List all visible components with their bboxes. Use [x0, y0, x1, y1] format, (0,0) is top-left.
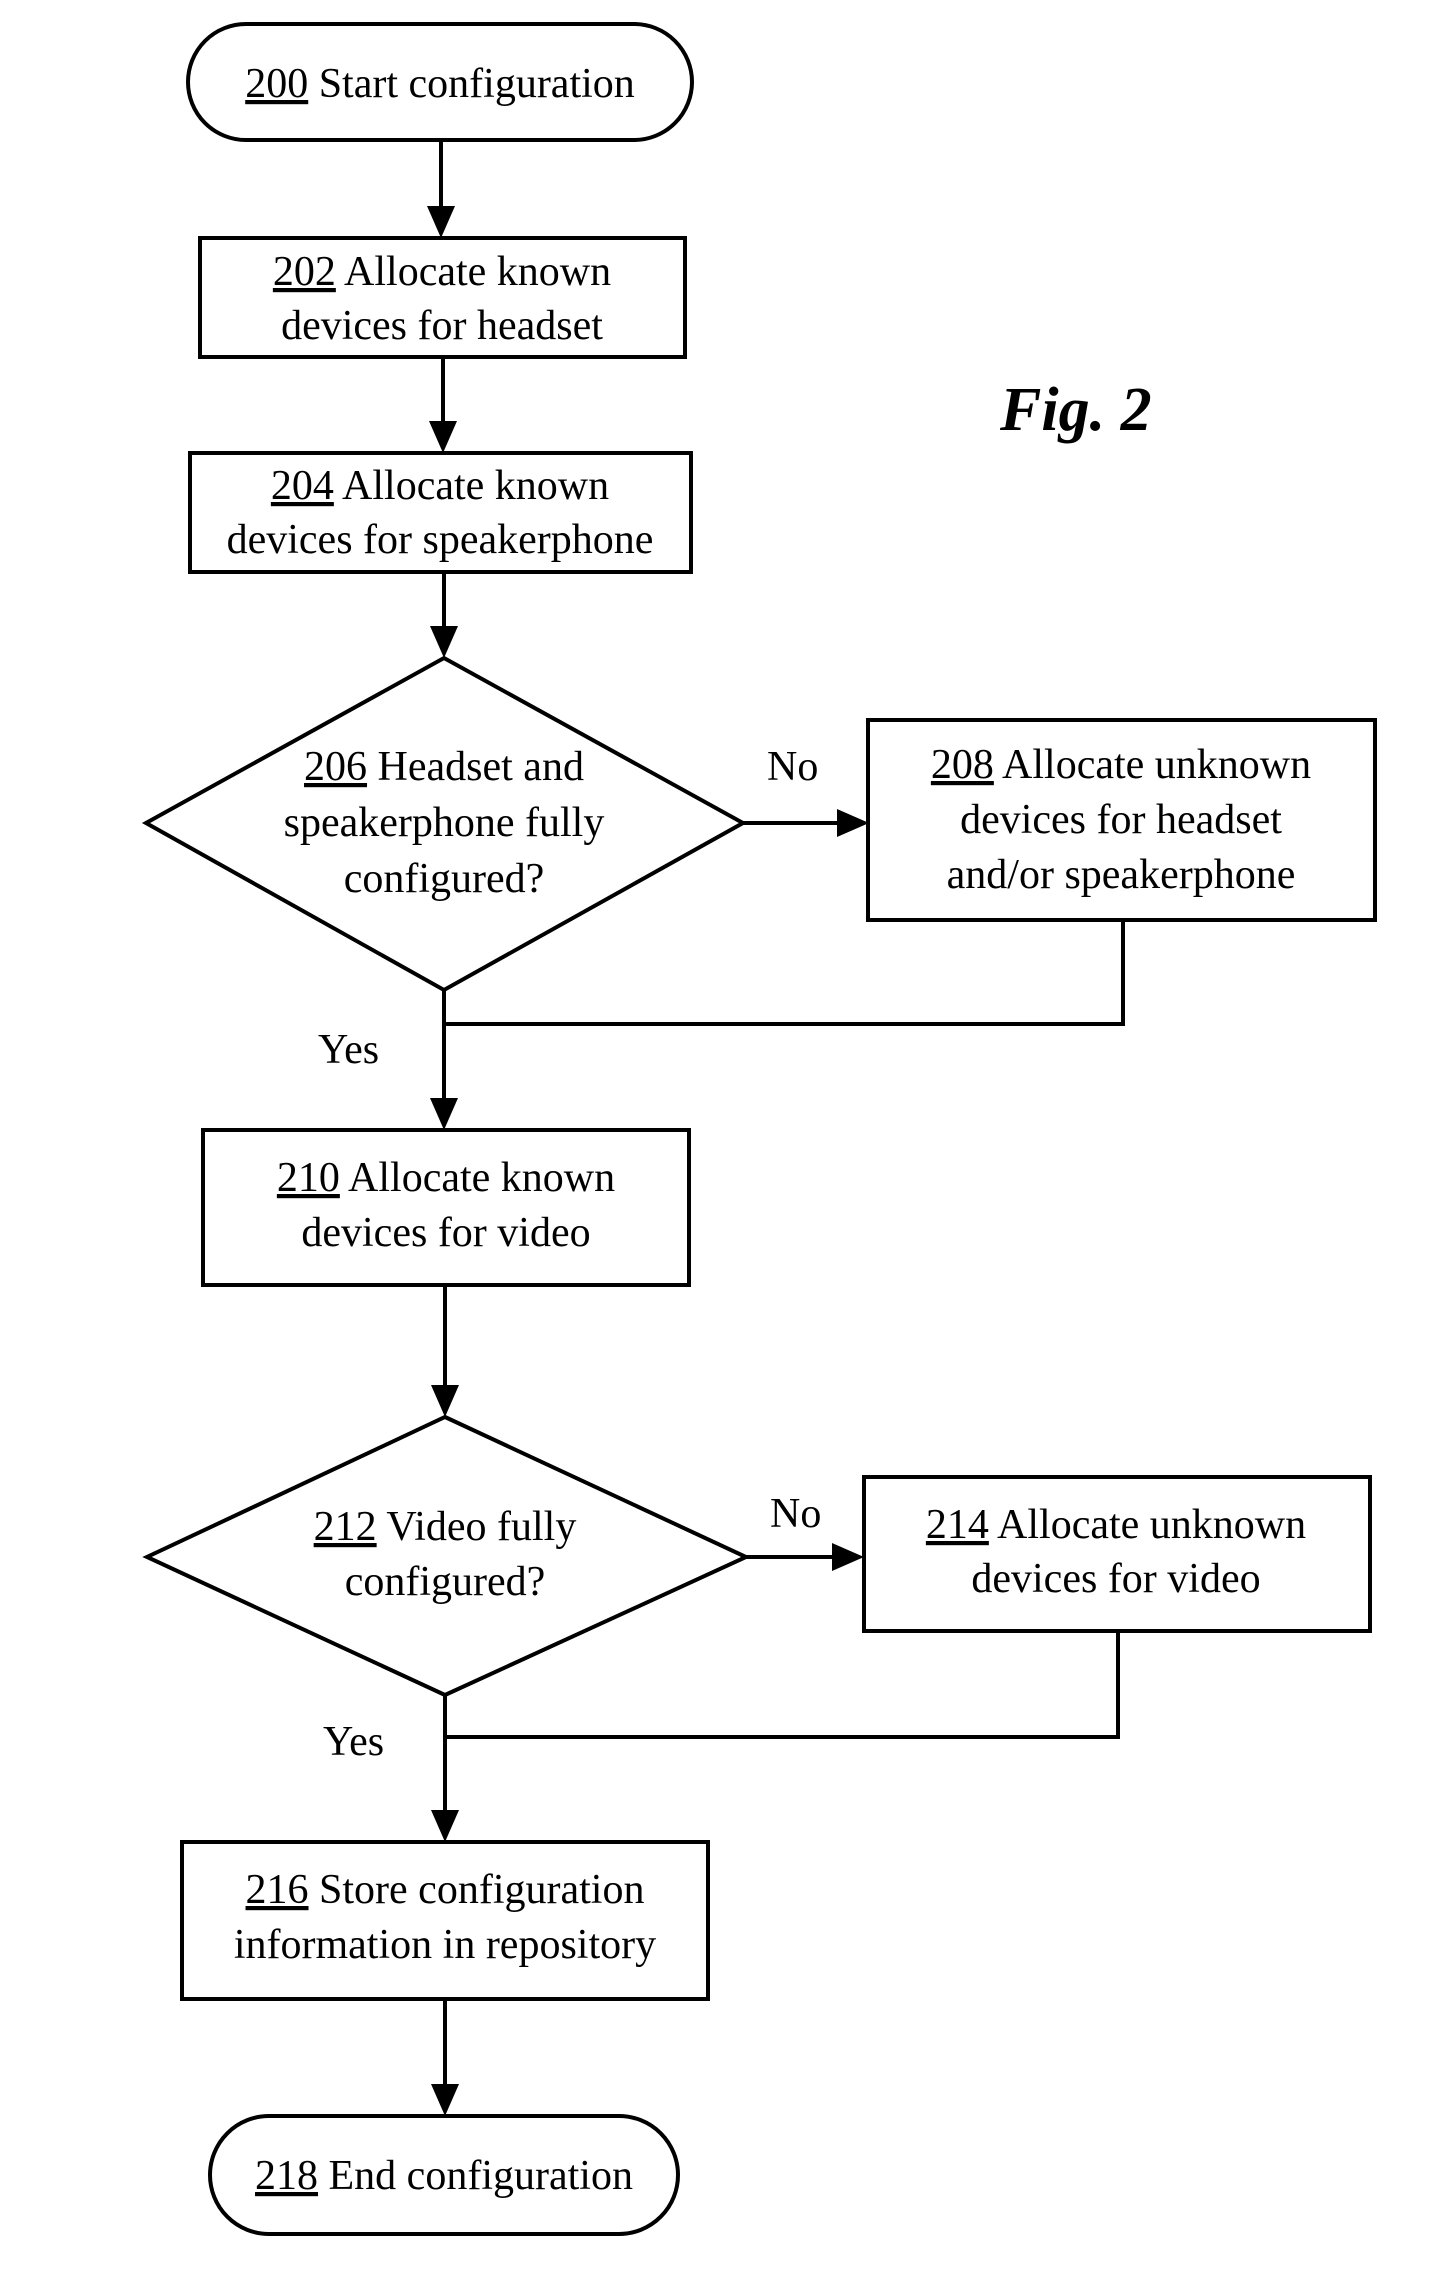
node-text: and/or speakerphone — [947, 852, 1296, 898]
process-shape — [180, 1840, 710, 2001]
arrowhead-icon — [427, 206, 455, 238]
node-text: devices for speakerphone — [227, 517, 654, 563]
ref-number: 214 — [926, 1502, 989, 1548]
node-text: 200 Start configuration — [245, 61, 635, 107]
node-202-allocate-known-headset: 202 Allocate known devices for headset — [198, 236, 687, 359]
node-line: Allocate unknown — [1002, 742, 1311, 788]
node-line: Start configuration — [319, 61, 635, 107]
edge-208-merge — [444, 920, 1125, 1026]
node-line: End configuration — [329, 2153, 633, 2199]
arrowhead-icon — [430, 626, 458, 658]
node-line: Allocate known — [348, 1155, 615, 1201]
node-line: Headset and — [378, 744, 584, 790]
arrowhead-icon — [430, 1098, 458, 1130]
node-210-allocate-known-video: 210 Allocate known devices for video — [201, 1128, 691, 1287]
node-text: speakerphone fully — [284, 800, 605, 846]
edge-label-yes-206: Yes — [318, 1027, 379, 1073]
arrowhead-icon — [431, 2084, 459, 2116]
ref-number: 200 — [245, 61, 308, 107]
node-text: configured? — [344, 856, 545, 902]
figure-label: Fig. 2 — [999, 376, 1152, 444]
arrowhead-icon — [431, 1385, 459, 1417]
node-text: devices for headset — [960, 797, 1282, 843]
ref-number: 204 — [271, 463, 334, 509]
flowchart: Fig. 2 No Yes No Yes 200 Start configura… — [141, 22, 1377, 2236]
node-214-allocate-unknown-video: 214 Allocate unknown devices for video — [862, 1475, 1372, 1633]
decision-shape — [142, 1414, 751, 1698]
node-text: devices for video — [301, 1210, 590, 1256]
node-200-start-configuration: 200 Start configuration — [186, 22, 694, 142]
ref-number: 206 — [304, 744, 367, 790]
node-line: Allocate known — [344, 249, 611, 295]
edge-label-yes-212: Yes — [323, 1719, 384, 1765]
node-line: Allocate known — [342, 463, 609, 509]
arrowhead-icon — [837, 809, 869, 837]
arrowhead-icon — [431, 1810, 459, 1842]
ref-number: 216 — [246, 1867, 309, 1913]
node-text: 218 End configuration — [255, 2153, 633, 2199]
node-204-allocate-known-speakerphone: 204 Allocate known devices for speakerph… — [188, 451, 693, 574]
node-text: 204 Allocate known — [271, 463, 609, 509]
node-text: 202 Allocate known — [273, 249, 611, 295]
node-text: 214 Allocate unknown — [926, 1502, 1306, 1548]
arrowhead-icon — [429, 421, 457, 453]
node-text: 206 Headset and — [304, 744, 584, 790]
node-208-allocate-unknown-headset-speakerphone: 208 Allocate unknown devices for headset… — [866, 718, 1377, 922]
ref-number: 202 — [273, 249, 336, 295]
ref-number: 210 — [277, 1155, 340, 1201]
edge-label-no-206: No — [767, 744, 818, 790]
node-218-end-configuration: 218 End configuration — [208, 2114, 680, 2236]
node-206-decision-headset-speakerphone: 206 Headset and speakerphone fully confi… — [141, 655, 748, 993]
node-text: 210 Allocate known — [277, 1155, 615, 1201]
node-text: devices for video — [971, 1556, 1260, 1602]
node-text: configured? — [345, 1559, 546, 1605]
process-shape — [201, 1128, 691, 1287]
arrowhead-icon — [832, 1543, 864, 1571]
node-216-store-configuration: 216 Store configuration information in r… — [180, 1840, 710, 2001]
ref-number: 218 — [255, 2153, 318, 2199]
ref-number: 212 — [314, 1504, 377, 1550]
node-line: Allocate unknown — [997, 1502, 1306, 1548]
process-shape — [862, 1475, 1372, 1633]
node-text: information in repository — [234, 1922, 656, 1968]
edge-label-no-212: No — [770, 1491, 821, 1537]
node-text: 216 Store configuration — [246, 1867, 645, 1913]
node-text: 212 Video fully — [314, 1504, 577, 1550]
ref-number: 208 — [931, 742, 994, 788]
node-text: 208 Allocate unknown — [931, 742, 1311, 788]
node-line: Video fully — [386, 1504, 576, 1550]
node-text: devices for headset — [281, 303, 603, 349]
node-line: Store configuration — [319, 1867, 644, 1913]
node-212-decision-video: 212 Video fully configured? — [142, 1414, 751, 1698]
